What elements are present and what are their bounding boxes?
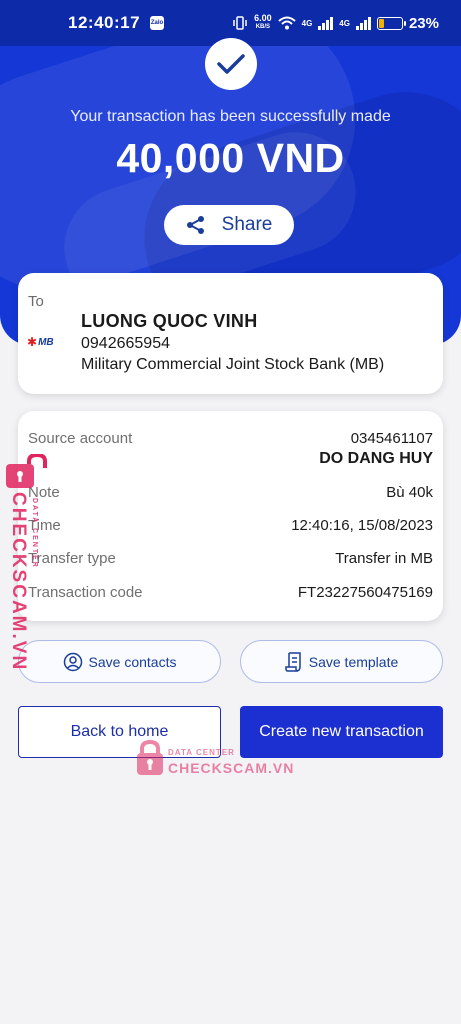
source-account-number: 0345461107 <box>350 430 433 447</box>
watermark-vertical: CHECKSCAM.VN DATA CENTER <box>5 454 50 671</box>
wifi-icon <box>277 16 296 30</box>
transaction-details-card: Source account 0345461107 DO DANG HUY No… <box>18 411 443 621</box>
source-account-row: Source account 0345461107 DO DANG HUY <box>28 430 433 468</box>
watermark-center: DATA CENTER CHECKSCAM.VN <box>136 740 296 780</box>
share-button[interactable]: Share <box>164 205 294 245</box>
transfer-type-row: Transfer type Transfer in MB <box>28 550 433 567</box>
transaction-code-value: FT23227560475169 <box>297 584 433 601</box>
lock-icon <box>6 454 47 488</box>
status-indicators: 6.00 KB/S 4G 4G 23% <box>232 14 439 32</box>
save-contacts-label: Save contacts <box>88 653 177 670</box>
zalo-notification-icon: Zalo <box>150 16 165 30</box>
watermark-sub-text: DATA CENTER <box>31 498 38 569</box>
note-row: Note Bù 40k <box>28 484 433 501</box>
watermark-site-text: CHECKSCAM.VN <box>8 492 29 672</box>
recipient-bank: Military Commercial Joint Stock Bank (MB… <box>81 356 385 373</box>
battery-icon <box>376 16 406 30</box>
signal-icon <box>355 16 371 30</box>
status-time: 12:40:17 <box>68 13 141 32</box>
note-value: Bù 40k <box>386 484 433 501</box>
vibrate-icon <box>233 16 247 30</box>
mb-bank-logo: ✱ MB <box>27 335 54 349</box>
save-template-button[interactable]: Save template <box>240 640 443 683</box>
success-message: Your transaction has been successfully m… <box>70 108 391 125</box>
transfer-amount: 40,000 VND <box>116 135 345 181</box>
watermark-site-text: CHECKSCAM.VN <box>168 760 295 776</box>
signal-icon <box>318 16 334 30</box>
recipient-account: 0942665954 <box>81 335 170 352</box>
save-template-label: Save template <box>308 653 399 670</box>
template-icon <box>285 651 301 672</box>
watermark-sub-text: DATA CENTER <box>168 748 235 757</box>
recipient-name: LUONG QUOC VINH <box>81 311 258 331</box>
lock-icon <box>137 740 163 775</box>
time-value: 12:40:16, 15/08/2023 <box>291 517 433 534</box>
battery-percent: 23% <box>408 14 439 32</box>
network-type-label: 4G <box>301 18 313 28</box>
time-row: Time 12:40:16, 15/08/2023 <box>28 517 433 534</box>
contact-icon <box>63 652 82 671</box>
to-label: To <box>28 293 44 310</box>
success-check-icon <box>205 38 257 90</box>
network-type-label: 4G <box>339 18 350 28</box>
share-icon <box>186 216 204 234</box>
recipient-card: To ✱ MB LUONG QUOC VINH 0942665954 Milita… <box>18 273 443 394</box>
source-account-name: DO DANG HUY <box>319 450 433 467</box>
network-speed: 6.00 KB/S <box>254 13 272 31</box>
transfer-type-value: Transfer in MB <box>335 550 433 567</box>
transaction-code-row: Transaction code FT23227560475169 <box>28 584 433 601</box>
share-label: Share <box>221 214 273 235</box>
